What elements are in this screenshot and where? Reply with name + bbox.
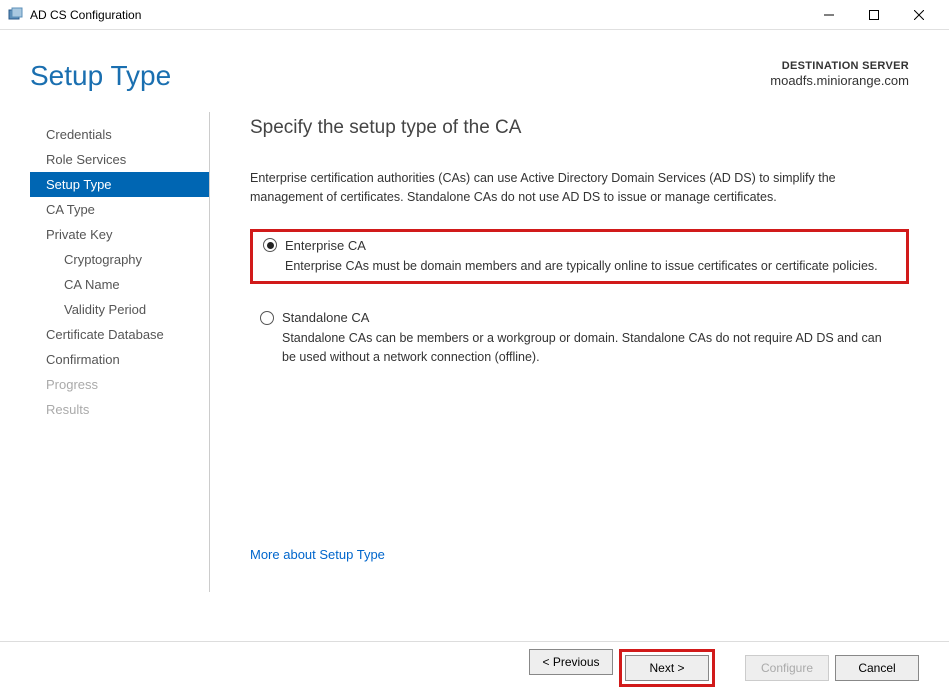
sidebar: CredentialsRole ServicesSetup TypeCA Typ… (30, 112, 210, 592)
configure-button: Configure (745, 655, 829, 681)
radio-label: Standalone CA (282, 310, 369, 325)
radio-enterprise-ca[interactable]: Enterprise CA (263, 238, 896, 253)
app-icon (8, 7, 24, 23)
page-title: Setup Type (30, 60, 171, 92)
nav-item-setup-type[interactable]: Setup Type (30, 172, 209, 197)
nav-item-cryptography[interactable]: Cryptography (30, 247, 209, 272)
radio-group-enterprise-ca: Enterprise CA Enterprise CAs must be doma… (250, 229, 909, 285)
nav-item-ca-name[interactable]: CA Name (30, 272, 209, 297)
nav-item-role-services[interactable]: Role Services (30, 147, 209, 172)
next-highlight: Next > (619, 649, 715, 687)
nav-button-group: < Previous Next > (529, 649, 715, 687)
window-title: AD CS Configuration (30, 8, 806, 22)
nav-item-credentials[interactable]: Credentials (30, 122, 209, 147)
radio-label: Enterprise CA (285, 238, 366, 253)
content-pane: Specify the setup type of the CA Enterpr… (210, 112, 949, 592)
radio-description: Standalone CAs can be members or a workg… (282, 329, 899, 367)
nav-item-results: Results (30, 397, 209, 422)
next-button[interactable]: Next > (625, 655, 709, 681)
help-link[interactable]: More about Setup Type (250, 547, 385, 562)
cancel-button[interactable]: Cancel (835, 655, 919, 681)
radio-description: Enterprise CAs must be domain members an… (285, 257, 896, 276)
header: Setup Type DESTINATION SERVER moadfs.min… (0, 30, 949, 112)
radio-group-standalone-ca: Standalone CA Standalone CAs can be membe… (250, 304, 909, 373)
minimize-button[interactable] (806, 1, 851, 29)
footer: < Previous Next > Configure Cancel (0, 641, 949, 693)
destination-block: DESTINATION SERVER moadfs.miniorange.com (770, 60, 909, 92)
radio-indicator (260, 311, 274, 325)
titlebar: AD CS Configuration (0, 0, 949, 30)
maximize-button[interactable] (851, 1, 896, 29)
nav-item-ca-type[interactable]: CA Type (30, 197, 209, 222)
content-heading: Specify the setup type of the CA (250, 117, 909, 139)
content-description: Enterprise certification authorities (CA… (250, 169, 909, 207)
nav-item-certificate-database[interactable]: Certificate Database (30, 322, 209, 347)
window-controls (806, 1, 941, 29)
destination-label: DESTINATION SERVER (770, 60, 909, 72)
nav-item-private-key[interactable]: Private Key (30, 222, 209, 247)
body: CredentialsRole ServicesSetup TypeCA Typ… (0, 112, 949, 592)
nav-item-validity-period[interactable]: Validity Period (30, 297, 209, 322)
close-button[interactable] (896, 1, 941, 29)
previous-button[interactable]: < Previous (529, 649, 613, 675)
radio-standalone-ca[interactable]: Standalone CA (260, 310, 899, 325)
nav-item-progress: Progress (30, 372, 209, 397)
destination-server: moadfs.miniorange.com (770, 73, 909, 88)
radio-indicator (263, 238, 277, 252)
nav-item-confirmation[interactable]: Confirmation (30, 347, 209, 372)
